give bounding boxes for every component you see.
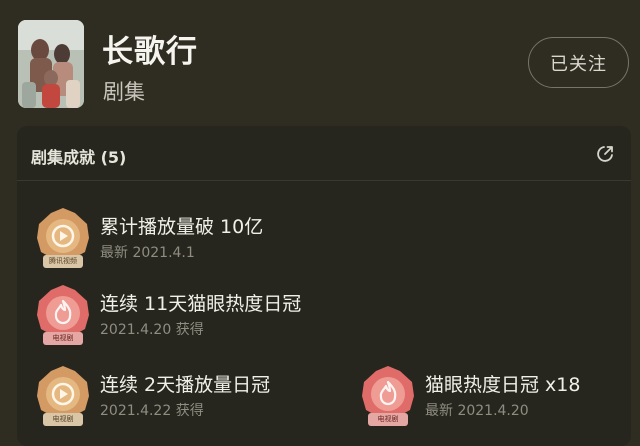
achievement-date: 2021.4.20 获得 [100,322,204,338]
achievement-date: 最新 2021.4.20 [425,403,529,419]
share-icon[interactable] [595,144,615,164]
achievement-name: 连续 2天播放量日冠 [100,374,271,396]
show-type: 剧集 [103,80,145,104]
badge-tag: 电视剧 [368,413,408,426]
achievement-name: 猫眼热度日冠 x18 [425,374,581,396]
badge-tag: 电视剧 [43,413,83,426]
show-poster[interactable] [18,20,84,108]
achievement-item[interactable]: 电视剧 猫眼热度日冠 x18 最新 2021.4.20 [360,364,620,428]
achievement-item[interactable]: 电视剧 连续 11天猫眼热度日冠 2021.4.20 获得 [35,283,395,347]
achievement-name: 累计播放量破 10亿 [100,216,264,238]
achievement-date: 2021.4.22 获得 [100,403,204,419]
follow-button[interactable]: 已关注 [528,37,629,88]
show-title: 长歌行 [102,34,198,70]
achievement-date: 最新 2021.4.1 [100,245,195,261]
achievement-item[interactable]: 腾讯视频 累计播放量破 10亿 最新 2021.4.1 [35,206,335,270]
achievements-header: 剧集成就 (5) [17,126,631,181]
badge-tag: 腾讯视频 [43,255,83,268]
achievement-name: 连续 11天猫眼热度日冠 [100,293,302,315]
achievements-panel: 剧集成就 (5) 腾讯视频 累计播放量破 10亿 最新 2021.4.1 电视剧… [17,126,631,446]
achievement-item[interactable]: 电视剧 连续 2天播放量日冠 2021.4.22 获得 [35,364,355,428]
achievements-title: 剧集成就 (5) [31,148,127,167]
badge-tag: 电视剧 [43,332,83,345]
poster-image [18,20,84,108]
